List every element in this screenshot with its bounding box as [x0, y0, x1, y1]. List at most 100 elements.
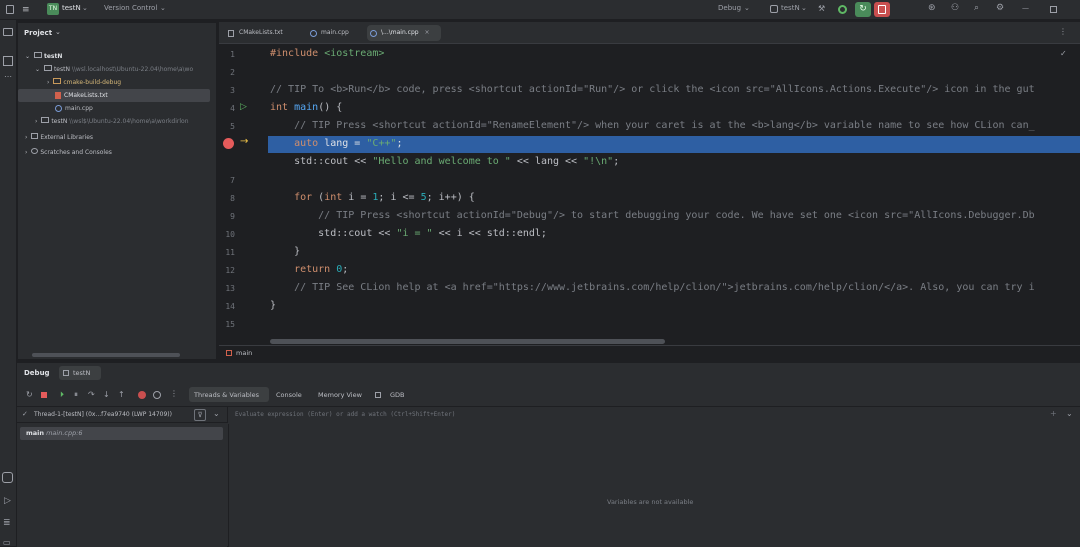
stop-icon[interactable] — [41, 392, 47, 398]
horizontal-scrollbar[interactable] — [270, 339, 665, 344]
tree-row-module2[interactable]: › testN \\wsl$\Ubuntu-22.04\home\a\workd… — [18, 115, 218, 128]
function-icon — [226, 350, 232, 356]
maximize-icon[interactable] — [1050, 6, 1057, 13]
horizontal-scrollbar[interactable] — [32, 353, 180, 357]
filter-icon[interactable]: ⊽ — [194, 409, 206, 421]
run-tool-icon[interactable]: ▷ — [4, 496, 11, 506]
code-token: ; — [613, 156, 620, 167]
problems-tool-icon[interactable]: ≣ — [3, 518, 11, 528]
tree-row-cmakelists[interactable]: CMakeLists.txt — [18, 89, 210, 102]
code-line-14[interactable]: // TIP See CLion help at <a href="https:… — [270, 279, 1035, 297]
code-line-1[interactable]: #include <iostream> — [270, 45, 384, 63]
more-tools-icon[interactable]: ⋯ — [4, 72, 12, 81]
code-line-7[interactable]: std::cout << "Hello and welcome to " << … — [270, 153, 619, 171]
debug-session-tab[interactable]: testN — [59, 366, 101, 380]
tab-main-cpp[interactable]: main.cpp — [307, 25, 363, 41]
tree-row-root[interactable]: ⌄ testN — [18, 50, 218, 63]
more-icon[interactable]: ⋮ — [170, 389, 178, 398]
frame-file: main.cpp:6 — [46, 429, 83, 437]
chevron-down-icon[interactable]: ⌄ — [801, 4, 807, 12]
project-panel-title[interactable]: Project — [24, 29, 52, 37]
tab-memory-view[interactable]: Memory View — [318, 391, 362, 399]
structure-icon[interactable] — [3, 56, 13, 66]
code-token: int — [270, 102, 295, 113]
resume-button[interactable]: ↻ — [855, 2, 871, 17]
view-breakpoints-icon[interactable] — [138, 391, 146, 399]
chevron-down-icon[interactable]: ⌄ — [744, 4, 750, 12]
code-line-9[interactable]: for (int i = 1; i <= 5; i++) { — [270, 189, 475, 207]
execution-point-arrow-icon: → — [240, 136, 249, 147]
target-icon — [770, 5, 778, 13]
tab-cmakelists[interactable]: CMakeLists.txt — [225, 25, 303, 41]
target-select[interactable]: testN — [781, 4, 800, 12]
chevron-down-icon[interactable]: ⌄ — [160, 4, 166, 12]
search-icon[interactable]: ⌕ — [974, 3, 979, 13]
debug-icon[interactable] — [838, 5, 847, 14]
main-menu-icon[interactable]: ≡ — [22, 5, 32, 15]
settings-icon[interactable]: ⚙ — [996, 3, 1004, 13]
folder-icon — [41, 117, 50, 123]
debug-tool-icon[interactable] — [2, 472, 13, 483]
code-token: ; i++) { — [426, 192, 475, 203]
tree-row-cmake-build[interactable]: › cmake-build-debug — [18, 76, 218, 89]
code-line-3[interactable]: // TIP To <b>Run</b> code, press <shortc… — [270, 81, 1035, 99]
code-line-13[interactable]: return 0; — [270, 261, 348, 279]
code-line-5[interactable]: // TIP Press <shortcut actionId="RenameE… — [270, 117, 1035, 135]
more-icon[interactable]: ⋮ — [1059, 27, 1067, 36]
step-into-icon[interactable]: ↓ — [103, 390, 110, 399]
breadcrumb[interactable]: main — [219, 345, 1080, 360]
tree-row-module[interactable]: ⌄ testN \\wsl.localhost\Ubuntu-22.04\hom… — [18, 63, 218, 76]
code-token: ; — [342, 264, 349, 275]
breakpoint-icon[interactable] — [223, 138, 234, 149]
chevron-down-icon[interactable]: ⌄ — [55, 28, 61, 36]
tree-row-main-cpp[interactable]: main.cpp — [18, 102, 218, 115]
chevron-down-icon[interactable]: ⌄ — [82, 4, 88, 12]
vcs-menu[interactable]: Version Control — [104, 4, 157, 12]
tree-row-scratches[interactable]: › Scratches and Consoles — [18, 146, 218, 159]
project-name[interactable]: testN — [62, 4, 81, 12]
close-icon[interactable]: × — [425, 29, 430, 36]
code-line-6[interactable]: auto lang = "C++"; — [270, 135, 402, 153]
tree-label: testN — [43, 53, 63, 60]
chevron-down-icon[interactable]: ⌄ — [1066, 409, 1073, 418]
cpp-file-icon — [55, 105, 62, 112]
chevron-down-icon[interactable]: ⌄ — [213, 409, 220, 418]
checkmark-icon: ✓ — [1060, 49, 1067, 58]
frame-row[interactable]: main main.cpp:6 — [20, 427, 223, 440]
code-line-12[interactable]: } — [270, 243, 300, 261]
tab-console[interactable]: Console — [276, 391, 302, 399]
run-gutter-icon[interactable]: ▷ — [240, 102, 247, 112]
ai-assistant-icon[interactable]: ⊛ — [928, 3, 936, 13]
project-folder-icon[interactable] — [3, 28, 13, 36]
tab-gdb[interactable]: GDB — [390, 391, 405, 399]
run-config[interactable]: Debug — [718, 4, 741, 12]
chevron-down-icon: ⌄ — [25, 53, 31, 60]
code-token: return — [270, 264, 337, 275]
step-over-icon[interactable]: ↷ — [88, 390, 95, 399]
code-line-15[interactable]: } — [270, 297, 276, 315]
code-line-10[interactable]: // TIP Press <shortcut actionId="Debug"/… — [270, 207, 1034, 225]
minimize-icon[interactable]: — — [1022, 4, 1029, 12]
add-watch-icon[interactable]: + — [1050, 409, 1057, 418]
title-bar: ≡ TN testN ⌄ Version Control ⌄ Debug ⌄ t… — [0, 0, 1080, 20]
code-line-11[interactable]: std::cout << "i = " << i << std::endl; — [270, 225, 547, 243]
line-number: 4 — [230, 104, 235, 113]
stop-button[interactable] — [874, 2, 890, 17]
step-out-icon[interactable]: ↑ — [118, 390, 125, 399]
hammer-icon[interactable]: ⚒ — [818, 4, 825, 13]
rerun-icon[interactable]: ↻ — [26, 390, 33, 399]
evaluate-placeholder: Evaluate expression (Enter) or add a wat… — [235, 411, 456, 418]
mute-breakpoints-icon[interactable] — [153, 391, 161, 399]
cpp-file-icon — [310, 30, 317, 37]
resume-icon[interactable]: ⏵ — [60, 390, 64, 400]
breadcrumb-item[interactable]: main — [236, 349, 252, 357]
tab-main-cpp-active[interactable]: \...\main.cpp × — [367, 25, 441, 41]
code-token: std::cout << — [270, 228, 397, 239]
thread-selector[interactable]: Thread-1-[testN] (0x...f7ea9740 (LWP 147… — [34, 411, 172, 418]
code-line-4[interactable]: int main() { — [270, 99, 342, 117]
account-icon[interactable]: ⚇ — [951, 3, 959, 13]
evaluate-expression-input[interactable]: Evaluate expression (Enter) or add a wat… — [227, 407, 1080, 423]
folder-icon — [53, 78, 62, 84]
tree-row-external-libraries[interactable]: › External Libraries — [18, 131, 218, 144]
pause-icon[interactable]: ⏸ — [74, 390, 78, 400]
